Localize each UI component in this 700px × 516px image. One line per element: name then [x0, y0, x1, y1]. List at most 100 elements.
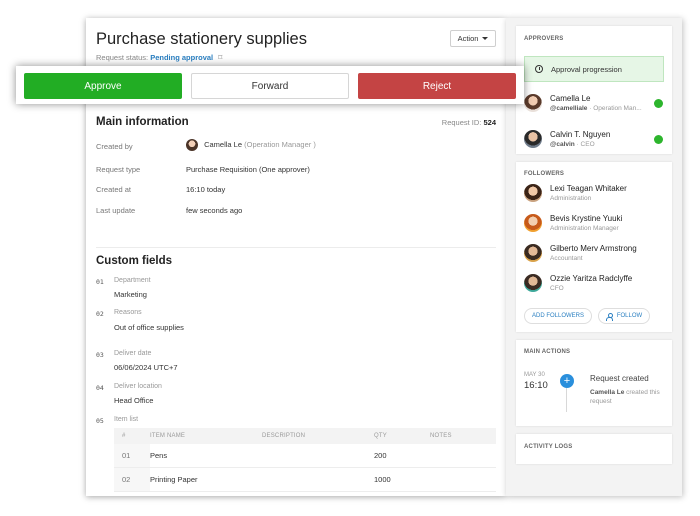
creator-name[interactable]: Camella Le: [204, 140, 242, 149]
status-label: Request status:: [96, 53, 149, 62]
item-qty: 1000: [374, 475, 391, 484]
action-actor[interactable]: Camella Le: [590, 389, 624, 396]
follower-item[interactable]: Bevis Krystine Yuuki Administration Mana…: [524, 214, 622, 232]
follower-role: Administration: [550, 195, 592, 202]
department-label: Department: [114, 277, 151, 284]
item-qty: 200: [374, 451, 387, 460]
stage: Purchase stationery supplies Request sta…: [0, 0, 700, 516]
request-id-value: 524: [483, 118, 496, 127]
chevron-down-icon: [482, 37, 489, 40]
last-update-value: few seconds ago: [186, 206, 243, 215]
field-number: 03: [96, 351, 104, 359]
deliver-date-label: Deliver date: [114, 350, 152, 357]
item-list-label: Item list: [114, 416, 139, 423]
custom-fields-title: Custom fields: [96, 255, 173, 267]
user-icon: [605, 312, 613, 321]
approver-role: · CEO: [576, 141, 595, 148]
deliver-date-value: 06/06/2024 UTC+7: [114, 363, 178, 372]
deliver-location-label: Deliver location: [114, 383, 162, 390]
follower-role: Accountant: [550, 255, 583, 262]
add-followers-button[interactable]: ADD FOLLOWERS: [524, 308, 592, 324]
approve-button[interactable]: Approve: [24, 73, 182, 99]
approver-item[interactable]: Camella Le @camelliale · Operation Man..…: [524, 94, 642, 112]
follower-name: Bevis Krystine Yuuki: [550, 214, 623, 223]
avatar: [524, 214, 542, 232]
approvers-title: APPROVERS: [524, 36, 564, 42]
approval-progression-label: Approval progression: [551, 64, 622, 74]
column-header: ITEM NAME: [150, 433, 186, 439]
item-name: Printing Paper: [150, 475, 198, 484]
action-label: Action: [457, 34, 479, 43]
avatar: [524, 94, 542, 112]
item-list-table: # ITEM NAME DESCRIPTION QTY NOTES 01 Pen…: [114, 428, 496, 492]
approver-item[interactable]: Calvin T. Nguyen @calvin · CEO: [524, 130, 610, 148]
request-type-value: Purchase Requisition (One approver): [186, 165, 310, 174]
follower-name: Lexi Teagan Whitaker: [550, 184, 627, 193]
field-number: 04: [96, 384, 104, 392]
status-badge: Pending approval: [150, 53, 214, 62]
activity-logs-card[interactable]: ACTIVITY LOGS: [516, 434, 672, 464]
approver-role: · Operation Man...: [589, 105, 642, 112]
reject-button[interactable]: Reject: [358, 73, 516, 99]
column-header: QTY: [374, 433, 387, 439]
follower-item[interactable]: Gilberto Merv Armstrong Accountant: [524, 244, 637, 262]
activity-logs-title: ACTIVITY LOGS: [524, 444, 573, 450]
follow-button[interactable]: FOLLOW: [598, 308, 650, 324]
follower-name: Gilberto Merv Armstrong: [550, 244, 637, 253]
column-header: NOTES: [430, 433, 452, 439]
item-name: Pens: [150, 451, 168, 460]
table-header: # ITEM NAME DESCRIPTION QTY NOTES: [114, 428, 496, 444]
last-update-label: Last update: [96, 206, 136, 215]
action-description: Camella Le created this request: [590, 388, 670, 406]
reasons-label: Reasons: [114, 309, 142, 316]
plus-icon[interactable]: +: [560, 374, 574, 388]
request-id-label: Request ID:: [441, 118, 482, 127]
creator-role: (Operation Manager ): [244, 139, 316, 149]
avatar: [524, 274, 542, 292]
decision-button-bar: Approve Forward Reject: [16, 66, 524, 104]
field-number: 05: [96, 417, 104, 425]
action-dropdown-button[interactable]: Action: [450, 30, 496, 47]
main-actions-title: MAIN ACTIONS: [524, 349, 571, 355]
approver-info: @calvin · CEO: [550, 141, 610, 148]
action-date: MAY 30: [524, 372, 545, 378]
field-number: 01: [96, 278, 104, 286]
divider: [96, 247, 496, 248]
approver-name: Calvin T. Nguyen: [550, 130, 611, 139]
approver-handle: @camelliale: [550, 105, 588, 112]
table-row: 02 Printing Paper 1000: [114, 468, 496, 492]
request-status: Request status: Pending approval ⌑: [96, 53, 222, 62]
deliver-location-value: Head Office: [114, 396, 154, 405]
approval-progression[interactable]: Approval progression: [524, 56, 664, 82]
forward-button[interactable]: Forward: [191, 73, 349, 99]
bookmark-icon[interactable]: ⌑: [218, 53, 222, 62]
page-title: Purchase stationery supplies: [96, 30, 307, 48]
follower-role: Administration Manager: [550, 225, 619, 232]
request-id: Request ID: 524: [442, 118, 496, 127]
row-number: 01: [114, 444, 150, 467]
followers-card: FOLLOWERS Lexi Teagan Whitaker Administr…: [516, 162, 672, 332]
follower-name: Ozzie Yaritza Radclyffe: [550, 274, 633, 283]
approved-status-icon: [654, 99, 663, 108]
created-by-value: Camella Le (Operation Manager ): [186, 139, 316, 151]
request-type-label: Request type: [96, 165, 141, 174]
avatar: [524, 184, 542, 202]
approver-handle: @calvin: [550, 141, 575, 148]
side-panel: APPROVERS Approval progression Camella L…: [506, 18, 682, 496]
add-followers-label: ADD FOLLOWERS: [531, 313, 584, 319]
created-at-label: Created at: [96, 185, 132, 194]
action-event: Request created: [590, 374, 649, 383]
approvers-card: APPROVERS Approval progression Camella L…: [516, 26, 672, 154]
follower-item[interactable]: Lexi Teagan Whitaker Administration: [524, 184, 627, 202]
follower-role: CFO: [550, 285, 564, 292]
row-number: 02: [114, 468, 150, 491]
timeline-line: [566, 388, 567, 412]
column-header: DESCRIPTION: [262, 433, 306, 439]
column-header: #: [122, 433, 126, 439]
clock-icon: [535, 65, 543, 73]
field-number: 02: [96, 310, 104, 318]
follower-item[interactable]: Ozzie Yaritza Radclyffe CFO: [524, 274, 632, 292]
approver-name: Camella Le: [550, 94, 591, 103]
action-time: 16:10: [524, 380, 548, 391]
main-actions-card: MAIN ACTIONS MAY 30 16:10 + Request crea…: [516, 340, 672, 426]
